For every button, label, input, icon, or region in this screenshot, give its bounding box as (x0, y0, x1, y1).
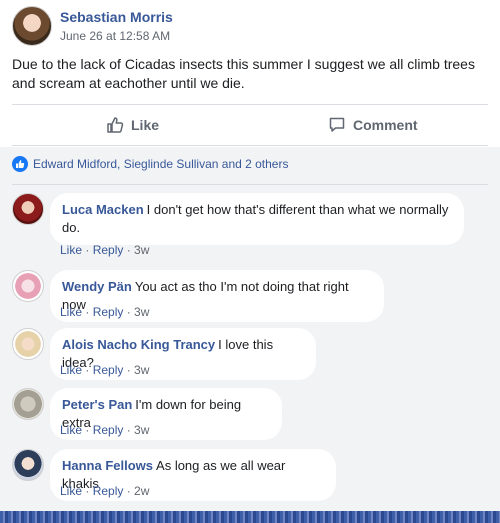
comment-like-link[interactable]: Like (60, 243, 82, 257)
comment-time[interactable]: 3w (134, 305, 149, 319)
commenter-avatar[interactable] (12, 193, 44, 225)
thumbs-up-icon (107, 117, 124, 133)
commenter-name[interactable]: Hanna Fellows (62, 458, 153, 473)
post-action-bar: Like Comment (12, 104, 488, 146)
commenter-avatar[interactable] (12, 449, 44, 481)
commenter-name[interactable]: Alois Nacho King Trancy (62, 337, 215, 352)
comment-like-link[interactable]: Like (60, 363, 82, 377)
commenter-avatar[interactable] (12, 328, 44, 360)
comment-time[interactable]: 2w (134, 484, 149, 498)
comment-meta: Like · Reply · 3w (60, 423, 150, 437)
post-header: Sebastian Morris June 26 at 12:58 AM (12, 6, 492, 50)
comment-bubble: Luca Macken I don't get how that's differ… (50, 193, 464, 245)
commenter-name[interactable]: Peter's Pan (62, 397, 132, 412)
comment-like-link[interactable]: Like (60, 305, 82, 319)
comment-time[interactable]: 3w (134, 363, 149, 377)
post-timestamp[interactable]: June 26 at 12:58 AM (60, 29, 170, 43)
comment-button[interactable]: Comment (328, 105, 418, 145)
comment-meta: Like · Reply · 3w (60, 363, 150, 377)
commenter-avatar[interactable] (12, 388, 44, 420)
comment-button-label: Comment (353, 117, 418, 133)
like-button[interactable]: Like (106, 105, 159, 145)
comment-reply-link[interactable]: Reply (93, 484, 124, 498)
post-text: Due to the lack of Cicadas insects this … (12, 56, 475, 91)
comment-like-link[interactable]: Like (60, 484, 82, 498)
comment-time[interactable]: 3w (134, 423, 149, 437)
like-button-label: Like (131, 117, 160, 133)
comment-meta: Like · Reply · 3w (60, 305, 150, 319)
divider (12, 184, 488, 185)
comment-reply-link[interactable]: Reply (93, 363, 124, 377)
commenter-name[interactable]: Luca Macken (62, 202, 144, 217)
like-reaction-icon (12, 156, 28, 172)
reactions-names: Edward Midford, Sieglinde Sullivan and 2… (33, 157, 289, 171)
reactions-summary[interactable]: Edward Midford, Sieglinde Sullivan and 2… (12, 156, 288, 172)
author-avatar[interactable] (12, 6, 52, 46)
comment-meta: Like · Reply · 2w (60, 484, 150, 498)
comment-meta: Like · Reply · 3w (60, 243, 150, 257)
comment-reply-link[interactable]: Reply (93, 243, 124, 257)
commenter-avatar[interactable] (12, 270, 44, 302)
comment-like-link[interactable]: Like (60, 423, 82, 437)
comment-bubble-icon (329, 117, 345, 132)
commenter-name[interactable]: Wendy Pän (62, 279, 132, 294)
comment-time[interactable]: 3w (134, 243, 149, 257)
page-edge-strip (0, 511, 500, 523)
post-author-name[interactable]: Sebastian Morris (60, 9, 173, 25)
comment-reply-link[interactable]: Reply (93, 305, 124, 319)
comment-reply-link[interactable]: Reply (93, 423, 124, 437)
